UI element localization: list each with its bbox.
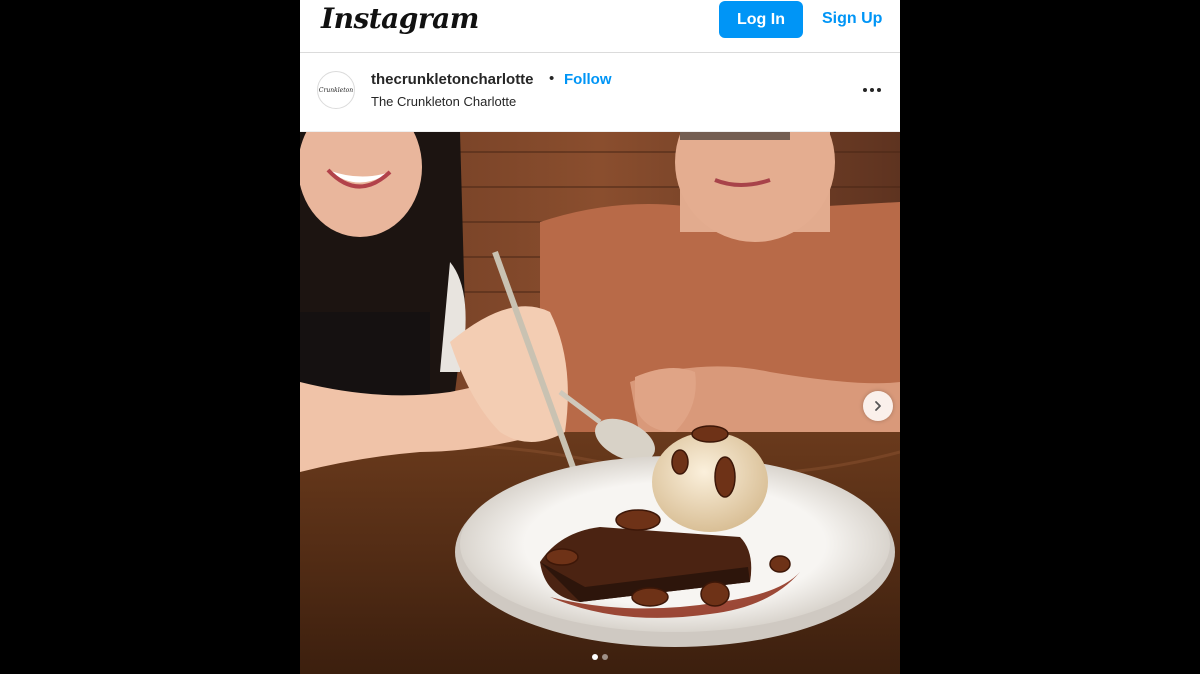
signup-link[interactable]: Sign Up (822, 10, 882, 28)
carousel-dot-active (592, 654, 598, 660)
login-button[interactable]: Log In (719, 1, 803, 38)
post-header: Crunkleton thecrunkletoncharlotte • Foll… (300, 54, 900, 132)
more-options-icon[interactable] (858, 78, 886, 102)
follow-button[interactable]: Follow (564, 71, 612, 88)
dessert-photo-illustration (300, 132, 900, 674)
post-photo[interactable] (300, 132, 900, 674)
avatar-logo-text: Crunkleton (318, 86, 354, 94)
separator-dot: • (549, 70, 555, 87)
top-bar: Instagram Log In Sign Up (300, 0, 900, 53)
instagram-logo[interactable]: Instagram (321, 2, 479, 35)
carousel-dot (602, 654, 608, 660)
location-link[interactable]: The Crunkleton Charlotte (371, 94, 516, 109)
carousel-indicator (592, 654, 608, 660)
chevron-right-icon (875, 401, 881, 411)
avatar[interactable]: Crunkleton (317, 71, 355, 109)
username-link[interactable]: thecrunkletoncharlotte (371, 71, 534, 88)
carousel-next-button[interactable] (863, 391, 893, 421)
instagram-embed: Instagram Log In Sign Up Crunkleton thec… (300, 0, 900, 674)
